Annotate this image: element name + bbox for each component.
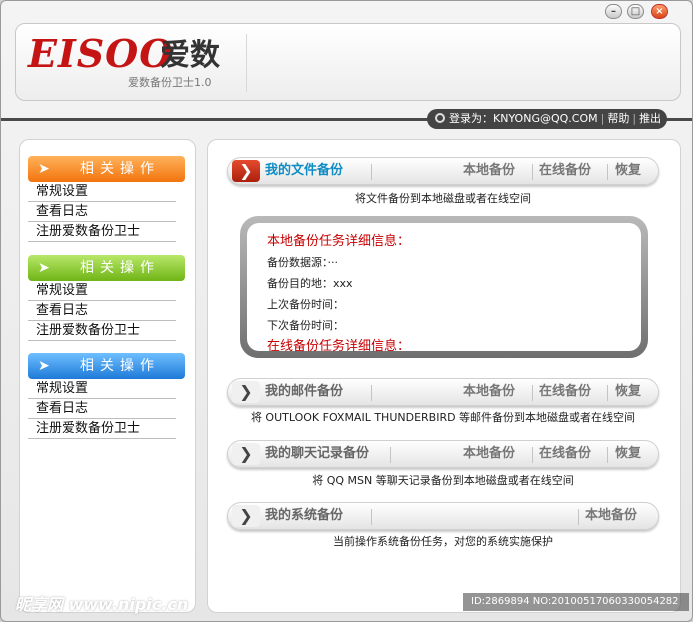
divider xyxy=(371,509,372,525)
restore-button[interactable]: 恢复 xyxy=(615,445,641,463)
sidebar-group-orange: ➤ 相关操作 常规设置 查看日志 注册爱数备份卫士 xyxy=(28,156,185,242)
divider xyxy=(578,509,579,525)
watermark-logo: 昵享网 www.nipic.cn xyxy=(15,595,189,614)
local-backup-button[interactable]: 本地备份 xyxy=(463,383,515,401)
section-description: 将 OUTLOOK FOXMAIL THUNDERBIRD 等邮件备份到本地磁盘… xyxy=(250,411,636,424)
sidebar-item-logs[interactable]: 查看日志 xyxy=(28,399,176,419)
section-title: 我的邮件备份 xyxy=(265,384,344,399)
section-system-backup[interactable]: ❯ 我的系统备份 本地备份 xyxy=(227,502,659,530)
minimize-button[interactable]: – xyxy=(605,4,622,19)
sidebar-item-register[interactable]: 注册爱数备份卫士 xyxy=(28,222,176,242)
sidebar-group-header[interactable]: ➤ 相关操作 xyxy=(28,353,185,379)
sidebar-group-header[interactable]: ➤ 相关操作 xyxy=(28,156,185,182)
sidebar-group-header[interactable]: ➤ 相关操作 xyxy=(28,255,185,281)
chevron-right-icon: ❯ xyxy=(232,505,260,527)
chevron-right-icon: ❯ xyxy=(232,381,260,403)
app-subtitle: 爱数备份卫士1.0 xyxy=(128,76,212,89)
online-backup-button[interactable]: 在线备份 xyxy=(539,162,591,180)
section-title: 我的系统备份 xyxy=(265,508,344,523)
divider xyxy=(371,164,372,180)
login-label: 登录为：KNYONG@QQ.COM xyxy=(449,112,598,125)
section-description: 将文件备份到本地磁盘或者在线空间 xyxy=(355,192,531,205)
sidebar-group-title: 相关操作 xyxy=(80,358,160,374)
sidebar-item-logs[interactable]: 查看日志 xyxy=(28,202,176,222)
header-panel: EISOO 爱数 爱数备份卫士1.0 xyxy=(15,23,681,101)
app-window: – □ × EISOO 爱数 爱数备份卫士1.0 登录为：KNYONG@QQ.C… xyxy=(0,0,693,622)
divider xyxy=(607,447,608,463)
divider xyxy=(532,385,533,401)
section-title: 我的聊天记录备份 xyxy=(265,446,370,461)
sidebar-item-settings[interactable]: 常规设置 xyxy=(28,182,176,202)
chevron-right-icon: ❯ xyxy=(232,160,260,182)
local-task-title: 本地备份任务详细信息： xyxy=(267,234,411,249)
arrow-icon: ➤ xyxy=(38,358,50,374)
backup-destination: 备份目的地：xxx xyxy=(267,277,353,290)
sidebar-item-register[interactable]: 注册爱数备份卫士 xyxy=(28,321,176,341)
sidebar-group-title: 相关操作 xyxy=(80,161,160,177)
divider xyxy=(607,164,608,180)
divider xyxy=(532,447,533,463)
section-file-backup[interactable]: ❯ 我的文件备份 本地备份 在线备份 恢复 xyxy=(227,157,659,185)
help-link[interactable]: 帮助 xyxy=(607,112,629,125)
sidebar-group-green: ➤ 相关操作 常规设置 查看日志 注册爱数备份卫士 xyxy=(28,255,185,341)
chevron-right-icon: ❯ xyxy=(232,443,260,465)
sidebar-item-settings[interactable]: 常规设置 xyxy=(28,379,176,399)
sidebar-group-blue: ➤ 相关操作 常规设置 查看日志 注册爱数备份卫士 xyxy=(28,353,185,439)
divider xyxy=(390,447,391,463)
maximize-button[interactable]: □ xyxy=(627,4,644,19)
sidebar: ➤ 相关操作 常规设置 查看日志 注册爱数备份卫士 ➤ 相关操作 常规设置 查看日志… xyxy=(19,139,196,613)
section-description: 将 QQ MSN 等聊天记录备份到本地磁盘或者在线空间 xyxy=(312,474,574,487)
section-description: 当前操作系统备份任务，对您的系统实施保护 xyxy=(333,535,553,548)
divider xyxy=(371,385,372,401)
watermark-id: ID:2869894 NO:20100517060330054282 xyxy=(463,593,689,611)
local-backup-button[interactable]: 本地备份 xyxy=(463,445,515,463)
online-backup-button[interactable]: 在线备份 xyxy=(539,383,591,401)
logo-chinese: 爱数 xyxy=(160,38,220,73)
logout-link[interactable]: 推出 xyxy=(639,112,661,125)
section-chat-backup[interactable]: ❯ 我的聊天记录备份 本地备份 在线备份 恢复 xyxy=(227,440,659,468)
close-button[interactable]: × xyxy=(651,4,668,19)
backup-detail-panel: 本地备份任务详细信息： 备份数据源：··· 备份目的地：xxx 上次备份时间： … xyxy=(240,216,648,358)
arrow-icon: ➤ xyxy=(38,260,50,276)
backup-source: 备份数据源：··· xyxy=(267,256,338,269)
userbar-sep: | xyxy=(632,112,637,125)
restore-button[interactable]: 恢复 xyxy=(615,383,641,401)
next-backup-time: 下次备份时间： xyxy=(267,319,344,332)
online-task-title: 在线备份任务详细信息： xyxy=(267,339,411,354)
sidebar-item-settings[interactable]: 常规设置 xyxy=(28,281,176,301)
main-panel: ❯ 我的文件备份 本地备份 在线备份 恢复 将文件备份到本地磁盘或者在线空间 本… xyxy=(207,139,681,613)
local-backup-button[interactable]: 本地备份 xyxy=(585,507,637,525)
user-icon xyxy=(435,113,445,123)
sidebar-group-title: 相关操作 xyxy=(80,260,160,276)
section-mail-backup[interactable]: ❯ 我的邮件备份 本地备份 在线备份 恢复 xyxy=(227,378,659,406)
sidebar-item-register[interactable]: 注册爱数备份卫士 xyxy=(28,419,176,439)
user-bar: 登录为：KNYONG@QQ.COM | 帮助 | 推出 xyxy=(427,109,667,129)
restore-button[interactable]: 恢复 xyxy=(615,162,641,180)
divider xyxy=(607,385,608,401)
sidebar-item-logs[interactable]: 查看日志 xyxy=(28,301,176,321)
logo-word: EISOO xyxy=(28,31,174,76)
arrow-icon: ➤ xyxy=(38,161,50,177)
online-backup-button[interactable]: 在线备份 xyxy=(539,445,591,463)
section-title: 我的文件备份 xyxy=(265,163,344,178)
header-divider xyxy=(246,34,247,92)
userbar-sep: | xyxy=(600,112,605,125)
last-backup-time: 上次备份时间： xyxy=(267,298,344,311)
local-backup-button[interactable]: 本地备份 xyxy=(463,162,515,180)
divider xyxy=(532,164,533,180)
